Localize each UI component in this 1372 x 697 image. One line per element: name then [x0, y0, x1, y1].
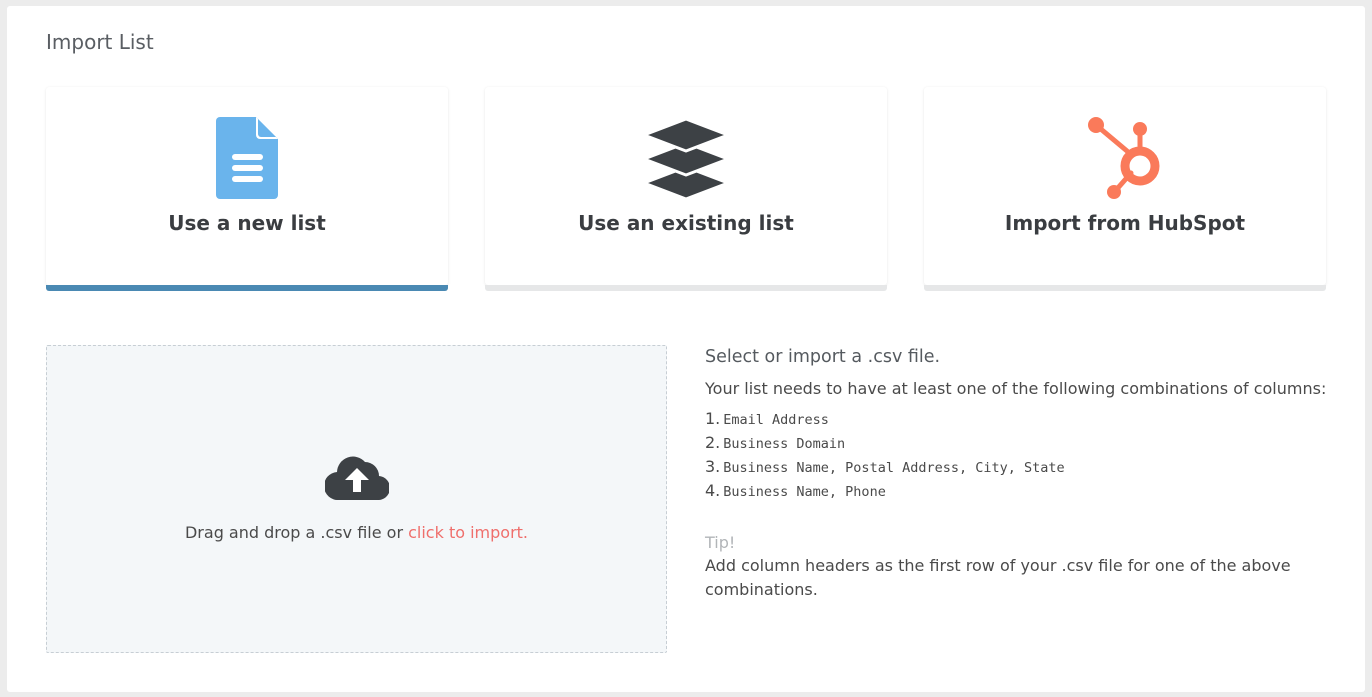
tip-label: Tip!	[705, 533, 736, 552]
list-item: 1. Email Address	[705, 409, 829, 428]
card-label: Use a new list	[168, 211, 326, 235]
hubspot-icon	[1080, 116, 1170, 200]
page-title: Import List	[46, 30, 154, 54]
card-bottom-bar	[924, 285, 1326, 291]
import-list-panel: Import List Use a new list Use an existi…	[7, 6, 1365, 692]
click-to-import-link[interactable]: click to import.	[408, 523, 528, 542]
instructions-subheading: Your list needs to have at least one of …	[705, 379, 1327, 398]
tip-text: Add column headers as the first row of y…	[705, 556, 1291, 599]
dropzone-text: Drag and drop a .csv file or click to im…	[47, 523, 666, 542]
selected-indicator	[46, 285, 448, 291]
list-item: 3. Business Name, Postal Address, City, S…	[705, 457, 1065, 476]
dropzone-instruction: Drag and drop a .csv file or	[184, 523, 409, 542]
instructions-heading: Select or import a .csv file.	[705, 347, 941, 367]
use-new-list-card[interactable]: Use a new list	[46, 87, 448, 291]
card-label: Import from HubSpot	[1004, 211, 1246, 235]
import-from-hubspot-card[interactable]: Import from HubSpot	[924, 87, 1326, 291]
csv-dropzone[interactable]: Drag and drop a .csv file or click to im…	[46, 345, 667, 653]
layers-icon	[641, 116, 731, 200]
cloud-upload-icon	[323, 454, 390, 501]
import-instructions: Select or import a .csv file. Your list …	[705, 347, 1345, 602]
list-item: 2. Business Domain	[705, 433, 846, 452]
use-existing-list-card[interactable]: Use an existing list	[485, 87, 887, 291]
card-label: Use an existing list	[578, 211, 794, 235]
column-combinations-list: 1. Email Address 2. Business Domain 3. Busi…	[705, 407, 1345, 503]
list-item: 4. Business Name, Phone	[705, 481, 886, 500]
card-bottom-bar	[485, 285, 887, 291]
document-icon	[202, 116, 292, 200]
